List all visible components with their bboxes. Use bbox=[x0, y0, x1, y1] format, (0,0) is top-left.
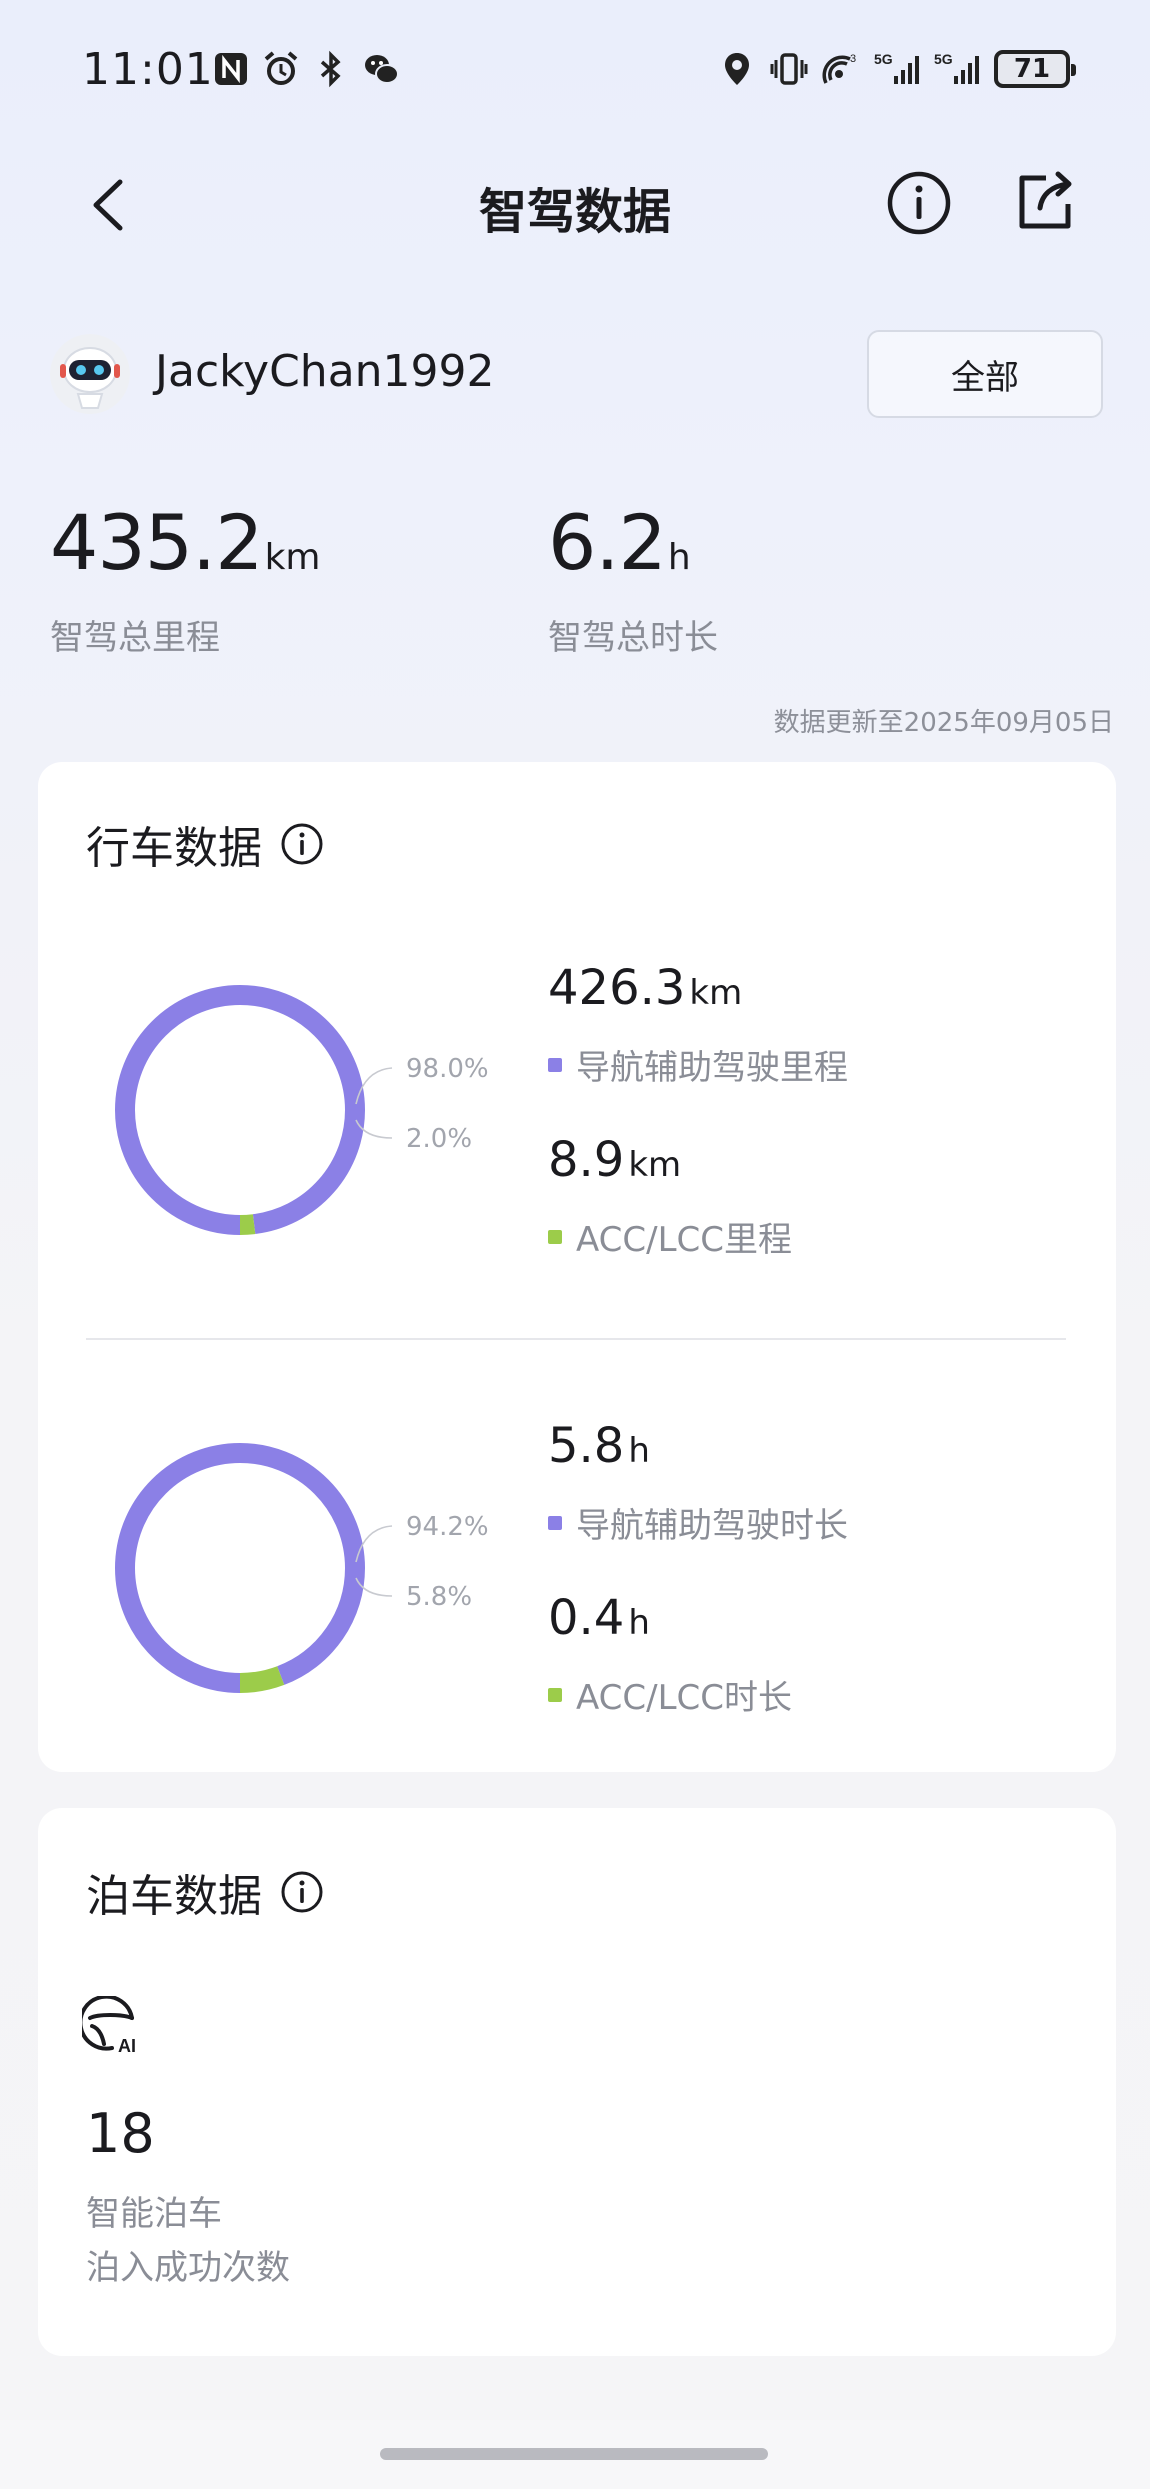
signal-5g-a-icon: 5G bbox=[874, 51, 919, 84]
mileage-secondary-unit: km bbox=[628, 1145, 682, 1185]
hotspot-count: 3 bbox=[850, 53, 856, 65]
mileage-secondary-legend: ACC/LCC里程 bbox=[548, 1212, 792, 1261]
username: JackyChan1992 bbox=[155, 346, 495, 397]
duration-secondary-pct: 5.8% bbox=[406, 1582, 473, 1612]
mileage-primary-unit: km bbox=[689, 973, 743, 1013]
battery-indicator: 71 bbox=[994, 50, 1076, 88]
duration-primary-pct: 94.2% bbox=[406, 1512, 489, 1542]
vibrate-icon bbox=[770, 53, 808, 85]
location-icon bbox=[725, 53, 749, 85]
ai-steering-wheel-icon: AI bbox=[82, 1996, 136, 2054]
page-title: 智驾数据 bbox=[478, 184, 671, 240]
duration-leader-lines bbox=[355, 1525, 393, 1597]
parking-count: 18 bbox=[86, 2102, 155, 2165]
update-note: 数据更新至2025年09月05日 bbox=[773, 708, 1114, 738]
duration-secondary-unit: h bbox=[628, 1603, 650, 1643]
total-distance: 435.2km bbox=[50, 498, 321, 587]
mileage-leader-lines bbox=[355, 1067, 393, 1139]
parking-label-line1: 智能泊车 bbox=[86, 2194, 222, 2234]
home-indicator[interactable] bbox=[380, 2448, 768, 2460]
total-distance-value: 435.2 bbox=[50, 498, 264, 587]
card-divider bbox=[86, 1338, 1066, 1340]
total-duration: 6.2h bbox=[548, 498, 691, 587]
duration-secondary-label: ACC/LCC时长 bbox=[576, 1678, 793, 1718]
mileage-secondary-value: 8.9 bbox=[548, 1132, 625, 1188]
status-icons-right: 3 5G 5G 71 bbox=[718, 50, 1076, 88]
bluetooth-icon bbox=[320, 50, 341, 88]
driving-info-icon[interactable] bbox=[280, 822, 324, 866]
total-duration-value: 6.2 bbox=[548, 498, 667, 587]
status-icons-left bbox=[212, 50, 400, 88]
total-duration-unit: h bbox=[667, 537, 691, 578]
mileage-secondary-metric: 8.9 km bbox=[548, 1132, 681, 1188]
parking-data-title: 泊车数据 bbox=[86, 1860, 324, 1924]
duration-primary-value: 5.8 bbox=[548, 1418, 625, 1474]
mileage-primary-pct: 98.0% bbox=[406, 1054, 489, 1084]
legend-dot-primary bbox=[548, 1515, 562, 1530]
mileage-primary-label: 导航辅助驾驶里程 bbox=[576, 1048, 848, 1088]
duration-secondary-legend: ACC/LCC时长 bbox=[548, 1670, 792, 1719]
legend-dot-secondary bbox=[548, 1687, 562, 1702]
nfc-icon bbox=[215, 53, 247, 85]
duration-donut-primary bbox=[115, 1443, 365, 1693]
mileage-donut-chart bbox=[115, 985, 365, 1235]
legend-dot-secondary bbox=[548, 1229, 562, 1244]
alarm-icon bbox=[264, 51, 298, 85]
mileage-secondary-pct: 2.0% bbox=[406, 1124, 473, 1154]
hotspot-icon: 3 bbox=[822, 53, 856, 84]
wechat-icon bbox=[365, 55, 399, 84]
total-distance-label: 智驾总里程 bbox=[50, 618, 220, 658]
filter-all-button[interactable]: 全部 bbox=[867, 330, 1103, 418]
mileage-donut-primary bbox=[115, 985, 365, 1235]
duration-primary-unit: h bbox=[628, 1431, 650, 1471]
duration-secondary-value: 0.4 bbox=[548, 1590, 625, 1646]
duration-primary-label: 导航辅助驾驶时长 bbox=[576, 1506, 848, 1546]
legend-dot-primary bbox=[548, 1057, 562, 1072]
parking-data-title-text: 泊车数据 bbox=[86, 1871, 262, 1922]
duration-primary-metric: 5.8 h bbox=[548, 1418, 650, 1474]
mileage-primary-value: 426.3 bbox=[548, 960, 686, 1016]
signal-5g-b-icon: 5G bbox=[934, 51, 979, 84]
svg-text:5G: 5G bbox=[874, 51, 893, 67]
svg-text:5G: 5G bbox=[934, 51, 953, 67]
mileage-primary-legend: 导航辅助驾驶里程 bbox=[548, 1040, 848, 1089]
duration-donut-chart bbox=[115, 1443, 365, 1693]
total-duration-label: 智驾总时长 bbox=[548, 618, 718, 658]
status-time: 11:01 bbox=[82, 44, 214, 95]
parking-info-icon[interactable] bbox=[280, 1870, 324, 1914]
driving-data-title-text: 行车数据 bbox=[86, 823, 262, 874]
mileage-primary-metric: 426.3 km bbox=[548, 960, 742, 1016]
mileage-secondary-label: ACC/LCC里程 bbox=[576, 1220, 793, 1260]
duration-primary-legend: 导航辅助驾驶时长 bbox=[548, 1498, 848, 1547]
total-distance-unit: km bbox=[264, 537, 321, 578]
parking-label-line2: 泊入成功次数 bbox=[86, 2248, 290, 2288]
info-icon[interactable] bbox=[886, 170, 952, 236]
svg-text:AI: AI bbox=[118, 2036, 136, 2054]
avatar[interactable] bbox=[50, 334, 130, 414]
duration-secondary-metric: 0.4 h bbox=[548, 1590, 650, 1646]
driving-data-title: 行车数据 bbox=[86, 812, 324, 876]
share-icon[interactable] bbox=[1010, 168, 1076, 236]
